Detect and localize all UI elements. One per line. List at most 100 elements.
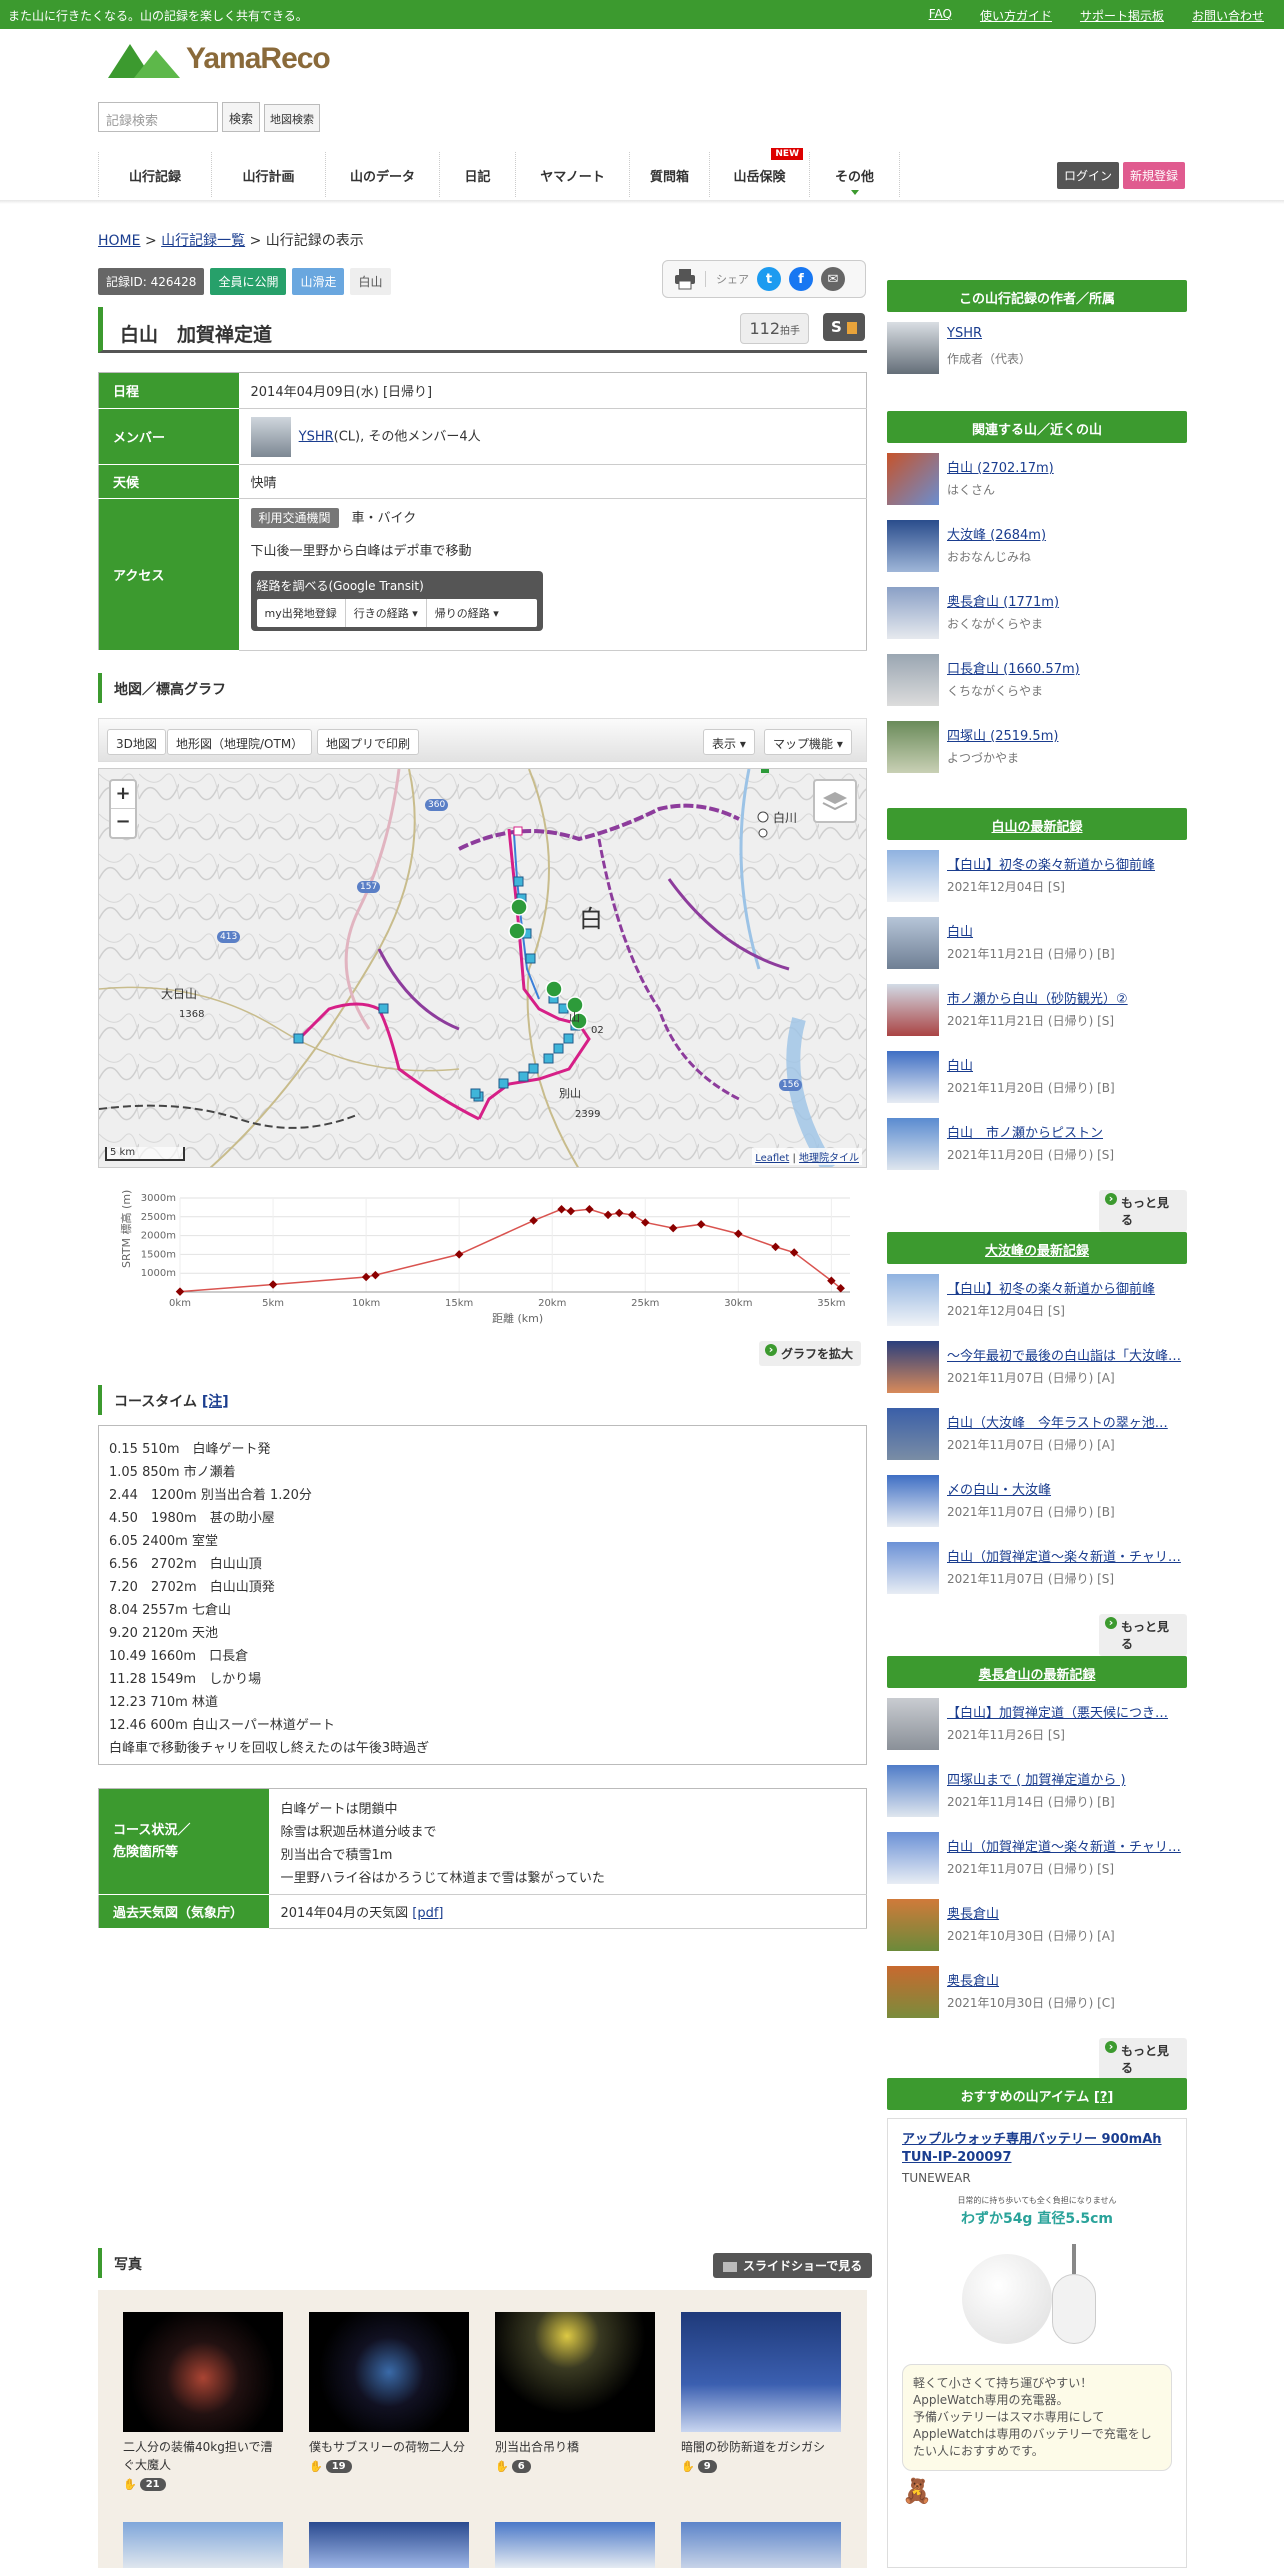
record-name[interactable]: 市ノ瀬から白山（砂防観光）② [947,988,1187,1007]
zoom-out-button[interactable]: − [111,809,135,837]
latest-record-item[interactable]: 四塚山まで ( 加賀禅定道から ) 2021年11月14日 (日帰り) [B] [887,1765,1187,1823]
product-card[interactable]: アップルウォッチ専用バッテリー 900mAh TUN-IP-200097 TUN… [887,2118,1187,2568]
mountain-thumbnail[interactable] [887,654,939,706]
record-thumbnail[interactable] [887,1542,939,1594]
photo-thumbnail[interactable] [681,2312,841,2432]
author-item[interactable]: YSHR 作成者（代表） [887,322,1187,380]
record-thumbnail[interactable] [887,1274,939,1326]
latest-record-item[interactable]: 白山 2021年11月20日 (日帰り) [B] [887,1051,1187,1109]
record-thumbnail[interactable] [887,1765,939,1817]
product-image[interactable] [902,2234,1172,2354]
more-button[interactable]: もっと見る [1099,1190,1187,1232]
record-name[interactable]: 【白山】初冬の楽々新道から御前峰 [947,854,1187,873]
record-name[interactable]: 【白山】加賀禅定道（悪天候につき… [947,1702,1187,1721]
latest-record-item[interactable]: 白山（大汝峰 今年ラストの翠ヶ池… 2021年11月07日 (日帰り) [A] [887,1408,1187,1466]
3d-map-button[interactable]: 3D地図 [107,729,166,755]
latest-record-item[interactable]: ～今年最初で最後の白山詣は「大汝峰… 2021年11月07日 (日帰り) [A] [887,1341,1187,1399]
photo-thumbnail[interactable] [309,2522,469,2568]
photo-likes[interactable]: ✋ 21 [123,2478,283,2491]
signup-button[interactable]: 新規登録 [1123,162,1186,189]
mountain-name[interactable]: 奥長倉山 (1771m) [947,591,1187,610]
member-link[interactable]: YSHR [299,429,334,444]
return-route-button[interactable]: 帰りの経路 ▾ [427,599,507,627]
onanji-latest-link[interactable]: 大汝峰の最新記録 [985,1244,1089,1259]
member-avatar[interactable] [250,416,291,457]
route-map[interactable]: 大日山 1368 白川 白 別山 2399 02 山 360 157 156 4… [98,768,867,1168]
photo-card[interactable]: 僕もサブスリーの荷物二人分 ✋ 19 [309,2312,469,2473]
mountain-thumbnail[interactable] [887,587,939,639]
related-mountain-item[interactable]: 口長倉山 (1660.57m) くちながくらやま [887,654,1187,712]
zoom-in-button[interactable]: + [111,781,135,809]
photo-thumbnail[interactable] [681,2522,841,2568]
weather-pdf-link[interactable]: [pdf] [412,1906,443,1921]
breadcrumb-home[interactable]: HOME [98,233,140,249]
photo-likes[interactable]: ✋ 6 [495,2460,655,2473]
login-button[interactable]: ログイン [1057,162,1120,189]
latest-record-item[interactable]: 市ノ瀬から白山（砂防観光）② 2021年11月21日 (日帰り) [S] [887,984,1187,1042]
record-name[interactable]: 白山（加賀禅定道～楽々新道・チャリ… [947,1836,1187,1855]
latest-record-item[interactable]: 奥長倉山 2021年10月30日 (日帰り) [A] [887,1899,1187,1957]
record-name[interactable]: 白山 市ノ瀬からピストン [947,1122,1187,1141]
mountain-thumbnail[interactable] [887,520,939,572]
nav-diary[interactable]: 日記 [440,152,516,197]
clap-counter[interactable]: 112拍手 [740,313,809,344]
record-thumbnail[interactable] [887,1408,939,1460]
hakusan-latest-link[interactable]: 白山の最新記録 [991,820,1082,835]
record-thumbnail[interactable] [887,850,939,902]
latest-record-item[interactable]: 白山（加賀禅定道～楽々新道・チャリ… 2021年11月07日 (日帰り) [S] [887,1542,1187,1600]
record-search-input[interactable]: 記録検索 [98,102,218,132]
print-icon[interactable] [673,268,697,290]
record-name[interactable]: 奥長倉山 [947,1970,1187,1989]
mountain-name[interactable]: 大汝峰 (2684m) [947,524,1187,543]
record-name[interactable]: 白山（加賀禅定道～楽々新道・チャリ… [947,1546,1187,1565]
record-thumbnail[interactable] [887,1118,939,1170]
record-thumbnail[interactable] [887,1341,939,1393]
photo-card[interactable]: 二人分の装備40kg担いで漕ぐ大魔人 ✋ 21 [123,2312,283,2491]
nav-mountain-data[interactable]: 山のデータ [326,152,440,197]
record-thumbnail[interactable] [887,984,939,1036]
latest-record-item[interactable]: 〆の白山・大汝峰 2021年11月07日 (日帰り) [B] [887,1475,1187,1533]
slideshow-button[interactable]: スライドショーで見る [713,2253,873,2278]
twitter-icon[interactable]: t [757,267,781,291]
gsi-link[interactable]: 地理院タイル [799,1153,859,1164]
mountain-name[interactable]: 口長倉山 (1660.57m) [947,658,1187,677]
nav-insurance[interactable]: 山岳保険 NEW [710,148,810,197]
photo-thumbnail[interactable] [123,2312,283,2432]
record-name[interactable]: 奥長倉山 [947,1903,1187,1922]
mountain-thumbnail[interactable] [887,721,939,773]
course-time-note[interactable]: [注] [202,1394,229,1410]
record-name[interactable]: ～今年最初で最後の白山詣は「大汝峰… [947,1345,1187,1364]
guide-link[interactable]: 使い方ガイド [980,7,1052,24]
nav-yamanote[interactable]: ヤマノート [516,152,630,197]
latest-record-item[interactable]: 【白山】初冬の楽々新道から御前峰 2021年12月04日 [S] [887,850,1187,908]
search-button[interactable]: 検索 [222,102,261,132]
latest-record-item[interactable]: 白山（加賀禅定道～楽々新道・チャリ… 2021年11月07日 (日帰り) [S] [887,1832,1187,1890]
mountain-name[interactable]: 白山 (2702.17m) [947,457,1187,476]
mountain-name[interactable]: 四塚山 (2519.5m) [947,725,1187,744]
map-function-dropdown[interactable]: マップ機能 ▾ [764,729,852,755]
record-thumbnail[interactable] [887,1832,939,1884]
record-name[interactable]: 【白山】初冬の楽々新道から御前峰 [947,1278,1187,1297]
print-map-button[interactable]: 地図プリで印刷 [317,729,420,755]
photo-thumbnail[interactable] [309,2312,469,2432]
support-link[interactable]: サポート掲示板 [1080,7,1164,24]
photo-likes[interactable]: ✋ 9 [681,2460,841,2473]
site-logo[interactable]: YamaReco [108,40,331,78]
record-name[interactable]: 四塚山まで ( 加賀禅定道から ) [947,1769,1187,1788]
topo-map-button[interactable]: 地形図（地理院/OTM） [167,729,313,755]
latest-record-item[interactable]: 白山 市ノ瀬からピストン 2021年11月20日 (日帰り) [S] [887,1118,1187,1176]
area-badge[interactable]: 白山 [350,268,391,295]
record-name[interactable]: 白山 [947,921,1187,940]
record-thumbnail[interactable] [887,1051,939,1103]
leaflet-link[interactable]: Leaflet [755,1153,789,1164]
mountain-thumbnail[interactable] [887,453,939,505]
related-mountain-item[interactable]: 四塚山 (2519.5m) よつづかやま [887,721,1187,779]
type-badge[interactable]: 山滑走 [292,268,345,295]
record-thumbnail[interactable] [887,1698,939,1750]
my-start-button[interactable]: my出発地登録 [257,599,346,627]
photo-card[interactable]: 暗闇の砂防新道をガシガシ ✋ 9 [681,2312,841,2473]
nav-other[interactable]: その他 [810,152,900,197]
display-dropdown[interactable]: 表示 ▾ [703,729,755,755]
product-name[interactable]: アップルウォッチ専用バッテリー 900mAh TUN-IP-200097 [902,2131,1172,2167]
author-name[interactable]: YSHR [947,326,1187,341]
